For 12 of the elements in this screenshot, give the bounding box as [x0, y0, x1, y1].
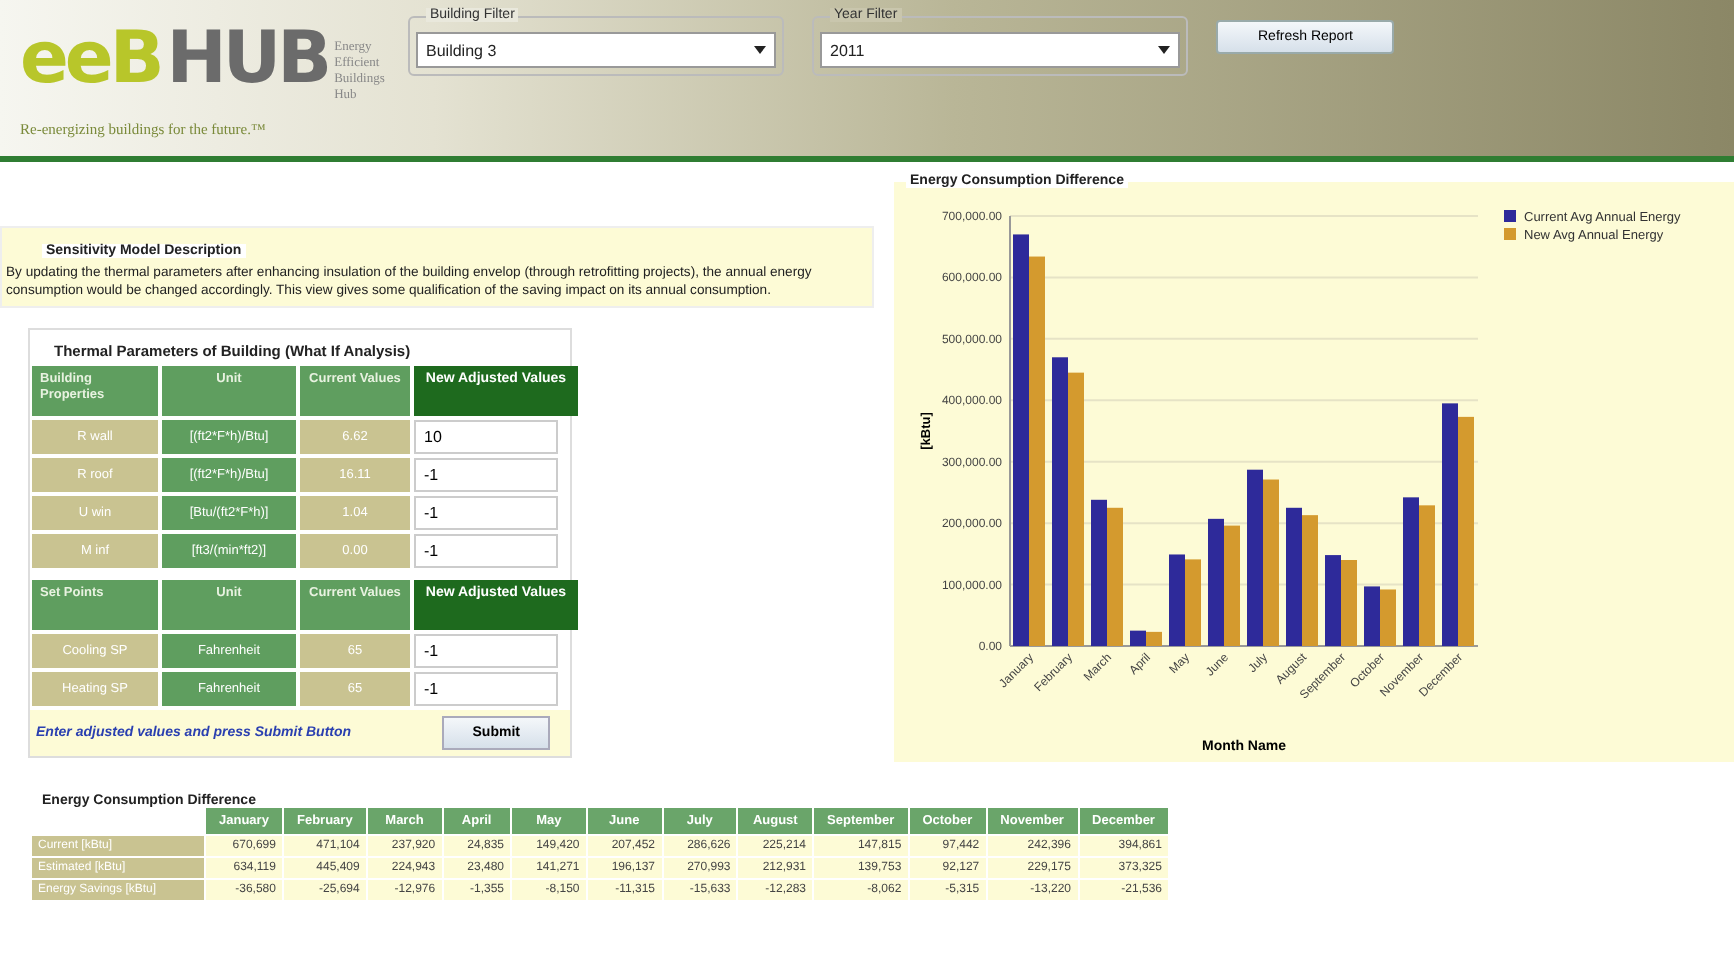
logo-mark: HUB: [166, 16, 329, 104]
input-field[interactable]: -1: [414, 672, 558, 706]
input-field[interactable]: -1: [414, 534, 558, 568]
input-field[interactable]: -1: [414, 496, 558, 530]
input-field[interactable]: 10: [414, 420, 558, 454]
caret-icon: [1158, 46, 1170, 54]
caret-icon: [754, 46, 766, 54]
dropdown[interactable]: Building 3: [416, 32, 776, 68]
logo-mark: eeB: [20, 16, 161, 104]
input-field[interactable]: -1: [414, 458, 558, 492]
dropdown[interactable]: 2011: [820, 32, 1180, 68]
input-field[interactable]: -1: [414, 634, 558, 668]
